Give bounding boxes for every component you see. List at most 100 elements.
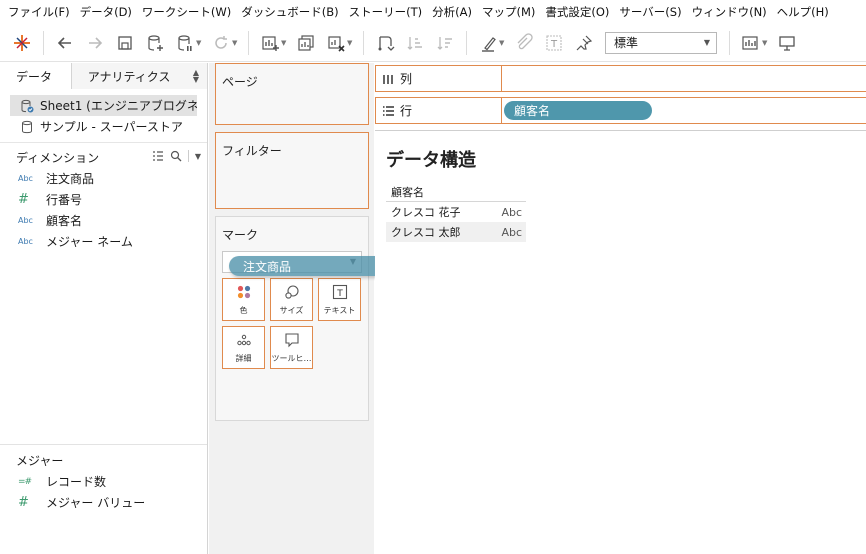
size-button[interactable]: サイズ xyxy=(270,278,313,321)
menu-story[interactable]: ストーリー(T) xyxy=(344,4,428,20)
pages-card[interactable]: ページ xyxy=(215,63,369,125)
chevron-down-icon[interactable]: ▼ xyxy=(499,39,507,47)
group-members-icon[interactable] xyxy=(512,31,536,55)
tab-data[interactable]: データ xyxy=(0,63,72,89)
toolbar-separator xyxy=(43,30,44,55)
columns-label: 列 xyxy=(400,72,413,86)
menu-window[interactable]: ウィンドウ(N) xyxy=(687,4,772,20)
divider xyxy=(375,130,866,131)
menu-bar: ファイル(F) データ(D) ワークシート(W) ダッシュボード(B) ストーリ… xyxy=(0,0,866,24)
detail-icon xyxy=(236,332,252,348)
chevron-down-icon: ▼ xyxy=(703,38,710,47)
fit-select-value: 標準 xyxy=(614,36,639,50)
menu-worksheet[interactable]: ワークシート(W) xyxy=(137,4,236,20)
tab-analytics-label: アナリティクス xyxy=(87,69,171,84)
dimensions-header: ディメンション ▼ xyxy=(0,146,207,168)
presentation-mode-icon[interactable] xyxy=(775,31,799,55)
field-measure-values[interactable]: # メジャー バリュー xyxy=(0,492,207,513)
rows-label: 行 xyxy=(400,104,413,118)
text-button[interactable]: T テキスト xyxy=(318,278,361,321)
show-mark-labels-icon[interactable]: T xyxy=(542,31,566,55)
swap-rows-columns-icon[interactable] xyxy=(373,31,397,55)
svg-text:T: T xyxy=(550,39,558,50)
clear-sheet-icon[interactable] xyxy=(324,31,348,55)
chevron-down-icon[interactable]: ▼ xyxy=(196,39,204,47)
sort-descending-icon[interactable] xyxy=(433,31,457,55)
dragging-field-pill[interactable]: 注文商品 xyxy=(229,256,399,276)
new-datasource-icon[interactable] xyxy=(143,31,167,55)
new-worksheet-icon[interactable] xyxy=(258,31,282,55)
sort-ascending-icon[interactable] xyxy=(403,31,427,55)
marks-title: マーク xyxy=(222,228,259,242)
menu-analysis[interactable]: 分析(A) xyxy=(427,4,477,20)
field-record-count[interactable]: =# レコード数 xyxy=(0,471,207,492)
redo-icon[interactable] xyxy=(83,31,107,55)
field-measure-names[interactable]: Abc メジャー ネーム xyxy=(0,231,207,252)
save-icon[interactable] xyxy=(113,31,137,55)
datasource-item-superstore[interactable]: サンプル - スーパーストア xyxy=(0,116,207,137)
tooltip-button[interactable]: ツールヒ… xyxy=(270,326,313,369)
field-customer-name[interactable]: Abc 顧客名 xyxy=(0,210,207,231)
datasource-item-sheet1[interactable]: Sheet1 (エンジニアブログネ… xyxy=(10,95,197,116)
tab-analytics[interactable]: アナリティクス ▲ ▼ xyxy=(71,63,207,89)
rows-pill-customer-name[interactable]: 顧客名 xyxy=(504,101,652,120)
chevron-down-icon[interactable]: ▼ xyxy=(347,39,355,47)
view-as-list-icon[interactable] xyxy=(152,150,164,162)
table-row[interactable]: クレスコ 太郎 Abc xyxy=(386,222,526,242)
columns-shelf-label: 列 xyxy=(376,66,502,91)
menu-server[interactable]: サーバー(S) xyxy=(614,4,686,20)
table-header[interactable]: 顧客名 xyxy=(386,182,526,202)
refresh-icon[interactable] xyxy=(209,31,233,55)
field-row-number[interactable]: # 行番号 xyxy=(0,189,207,210)
menu-format[interactable]: 書式設定(O) xyxy=(540,4,614,20)
view-table: 顧客名 クレスコ 花子 Abc クレスコ 太郎 Abc xyxy=(386,182,526,242)
table-row[interactable]: クレスコ 花子 Abc xyxy=(386,202,526,222)
chevron-down-icon[interactable]: ▼ xyxy=(281,39,289,47)
menu-data[interactable]: データ(D) xyxy=(75,4,137,20)
toolbar-separator xyxy=(248,30,249,55)
columns-shelf[interactable]: 列 xyxy=(375,65,866,92)
pin-icon[interactable] xyxy=(572,31,596,55)
chevron-down-icon[interactable]: ▼ xyxy=(232,39,240,47)
field-label: 顧客名 xyxy=(46,214,83,228)
string-type-icon: Abc xyxy=(18,237,33,246)
datasource-label: サンプル - スーパーストア xyxy=(40,120,183,134)
rows-shelf-label: 行 xyxy=(376,98,502,123)
data-pane: データ アナリティクス ▲ ▼ Sheet1 (エンジニアブログネ… サンプル -… xyxy=(0,63,208,554)
datasource-connected-icon xyxy=(21,99,34,112)
string-type-icon: Abc xyxy=(18,216,33,225)
menu-dashboard[interactable]: ダッシュボード(B) xyxy=(236,4,343,20)
toolbar: ▼ ▼ ▼ ▼ ▼ T 標準 ▼ ▼ xyxy=(0,24,866,62)
up-down-arrow-icon[interactable]: ▲ ▼ xyxy=(193,69,199,84)
size-icon xyxy=(284,284,300,300)
field-label: レコード数 xyxy=(46,475,107,489)
tableau-logo-icon[interactable] xyxy=(10,31,34,55)
filters-card[interactable]: フィルター xyxy=(215,132,369,209)
undo-icon[interactable] xyxy=(53,31,77,55)
field-order-product[interactable]: Abc 注文商品 xyxy=(0,168,207,189)
menu-help[interactable]: ヘルプ(H) xyxy=(772,4,834,20)
datasource-label: Sheet1 (エンジニアブログネ… xyxy=(40,99,197,113)
fit-select[interactable]: 標準 ▼ xyxy=(605,31,717,54)
show-me-icon[interactable] xyxy=(739,31,763,55)
measures-header: メジャー xyxy=(0,449,63,471)
duplicate-sheet-icon[interactable] xyxy=(294,31,318,55)
search-icon[interactable] xyxy=(170,150,182,162)
color-button[interactable]: 色 xyxy=(222,278,265,321)
pause-datasource-icon[interactable] xyxy=(173,31,197,55)
menu-file[interactable]: ファイル(F) xyxy=(3,4,75,20)
text-label: テキスト xyxy=(323,305,356,315)
chevron-down-icon[interactable]: ▼ xyxy=(195,152,201,161)
field-label: メジャー バリュー xyxy=(46,496,146,510)
rows-shelf[interactable]: 行 顧客名 xyxy=(375,97,866,124)
data-pane-tabs: データ アナリティクス ▲ ▼ xyxy=(0,63,207,89)
highlight-icon[interactable] xyxy=(476,31,500,55)
color-icon xyxy=(236,284,252,300)
chevron-down-icon[interactable]: ▼ xyxy=(762,39,770,47)
detail-button[interactable]: 詳細 xyxy=(222,326,265,369)
string-type-icon: Abc xyxy=(18,174,33,183)
measures-title: メジャー xyxy=(16,453,64,468)
columns-icon xyxy=(383,74,393,84)
datasource-icon xyxy=(22,120,32,133)
menu-map[interactable]: マップ(M) xyxy=(477,4,540,20)
